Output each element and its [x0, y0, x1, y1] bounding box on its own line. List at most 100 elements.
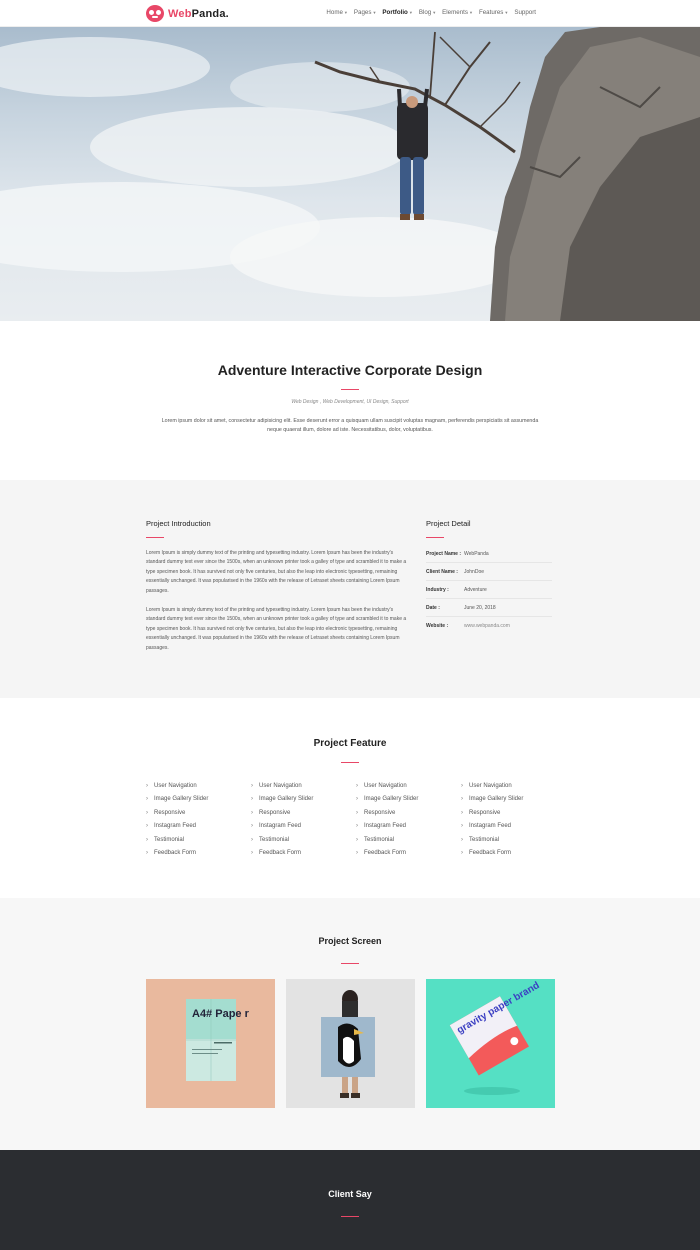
chevron-right-icon: ›: [356, 796, 358, 803]
feature-label: User Navigation: [259, 782, 302, 789]
client-divider: [341, 1216, 359, 1217]
feature-label: Testimonial: [364, 836, 395, 843]
nav-label: Features: [478, 9, 504, 16]
screen-thumbnail-gravity-paper[interactable]: gravity paper brand: [426, 979, 555, 1108]
detail-row: Client Name : JohnDoe: [426, 563, 552, 581]
feature-label: User Navigation: [154, 782, 197, 789]
nav-item-blog[interactable]: Blog ▼: [419, 9, 436, 16]
nav-label: Home: [326, 9, 343, 16]
nav-item-features[interactable]: Features ▼: [479, 9, 508, 16]
chevron-right-icon: ›: [356, 850, 358, 857]
feature-label: Feedback Form: [154, 850, 197, 857]
feature-item: › Testimonial: [356, 833, 456, 847]
chevron-right-icon: ›: [146, 809, 148, 816]
a4-paper-mockup-image: A4# Pape r: [146, 979, 275, 1108]
site-header: WebPanda. Home ▼ Pages ▼ Portfolio ▼ Blog ▼ …: [0, 0, 700, 27]
detail-row: Industry : Adventure: [426, 581, 552, 599]
caret-down-icon: ▼: [343, 10, 348, 15]
nav-item-home[interactable]: Home ▼: [326, 9, 347, 16]
client-say-section: Client Say: [0, 1150, 700, 1250]
feature-label: Responsive: [154, 809, 186, 816]
feature-divider: [341, 762, 359, 763]
chevron-right-icon: ›: [146, 836, 148, 843]
feature-item: › Testimonial: [461, 833, 561, 847]
nav-label: Blog: [418, 9, 432, 16]
gravity-paper-mockup-image: gravity paper brand: [426, 979, 555, 1108]
title-divider: [341, 389, 359, 390]
nav-item-support[interactable]: Support: [514, 9, 536, 16]
feature-item: › User Navigation: [146, 779, 246, 793]
feature-item: › User Navigation: [461, 779, 561, 793]
project-title-section: Adventure Interactive Corporate Design W…: [0, 321, 700, 480]
chevron-right-icon: ›: [461, 823, 463, 830]
chevron-right-icon: ›: [251, 823, 253, 830]
detail-key: Industry :: [426, 586, 449, 593]
feature-item: › Image Gallery Slider: [356, 793, 456, 807]
nav-item-portfolio[interactable]: Portfolio ▼: [382, 9, 412, 16]
feature-item: › Image Gallery Slider: [146, 793, 246, 807]
feature-item: › Feedback Form: [251, 847, 351, 861]
feature-label: Testimonial: [154, 836, 185, 843]
detail-divider: [426, 537, 444, 538]
nav-label: Support: [514, 9, 536, 16]
feature-label: Instagram Feed: [154, 823, 197, 830]
feature-label: Feedback Form: [364, 850, 407, 857]
detail-title: Project Detail: [426, 519, 471, 528]
caret-down-icon: ▼: [432, 10, 437, 15]
project-tags: Web Design , Web Development, UI Design,…: [291, 399, 409, 405]
project-description: Lorem ipsum dolor sit amet, consectetur …: [161, 418, 539, 433]
panda-logo-icon: [146, 5, 164, 22]
client-title: Client Say: [328, 1189, 372, 1199]
feature-item: › Image Gallery Slider: [251, 793, 351, 807]
screen-thumbnail-a4-paper[interactable]: A4# Pape r: [146, 979, 275, 1108]
feature-column: › User Navigation › Image Gallery Slider ›…: [461, 779, 561, 860]
feature-item: › User Navigation: [251, 779, 351, 793]
chevron-right-icon: ›: [461, 796, 463, 803]
feature-item: › Instagram Feed: [146, 820, 246, 834]
caret-down-icon: ▼: [504, 10, 509, 15]
intro-title: Project Introduction: [146, 519, 211, 528]
screen-thumbnail-penguin[interactable]: [286, 979, 415, 1108]
main-nav: Home ▼ Pages ▼ Portfolio ▼ Blog ▼ Elements ▼ …: [326, 9, 536, 16]
feature-item: › Responsive: [461, 806, 561, 820]
feature-column: › User Navigation › Image Gallery Slider ›…: [356, 779, 456, 860]
feature-item: › Instagram Feed: [356, 820, 456, 834]
detail-value: WebPanda: [464, 550, 489, 557]
feature-label: Image Gallery Slider: [364, 796, 419, 803]
chevron-right-icon: ›: [356, 809, 358, 816]
feature-item: › Responsive: [356, 806, 456, 820]
website-link[interactable]: www.webpanda.com: [464, 623, 510, 629]
chevron-right-icon: ›: [251, 796, 253, 803]
feature-label: Image Gallery Slider: [154, 796, 209, 803]
detail-key: Project Name :: [426, 550, 462, 557]
nav-label: Pages: [353, 9, 372, 16]
intro-paragraph: Lorem Ipsum is simply dummy text of the …: [146, 550, 407, 594]
feature-item: › Responsive: [251, 806, 351, 820]
feature-label: Image Gallery Slider: [259, 796, 314, 803]
chevron-right-icon: ›: [461, 850, 463, 857]
nav-item-pages[interactable]: Pages ▼: [354, 9, 377, 16]
hero-illustration: [0, 27, 700, 321]
feature-label: Instagram Feed: [469, 823, 512, 830]
caret-down-icon: ▼: [408, 10, 413, 15]
detail-row: Date : June 20, 2018: [426, 599, 552, 617]
detail-row: Website : www.webpanda.com: [426, 617, 552, 635]
feature-label: Instagram Feed: [364, 823, 407, 830]
brand-logo[interactable]: WebPanda.: [146, 5, 229, 22]
project-screen-section: Project Screen A4# Pape r gravity paper …: [0, 898, 700, 1150]
feature-item: › Instagram Feed: [461, 820, 561, 834]
nav-item-elements[interactable]: Elements ▼: [442, 9, 473, 16]
chevron-right-icon: ›: [146, 796, 148, 803]
feature-label: Image Gallery Slider: [469, 796, 524, 803]
brand-name-part2: Panda.: [191, 7, 229, 20]
feature-label: Feedback Form: [259, 850, 302, 857]
chevron-right-icon: ›: [461, 782, 463, 789]
feature-label: User Navigation: [469, 782, 512, 789]
feature-title: Project Feature: [313, 738, 387, 749]
chevron-right-icon: ›: [146, 782, 148, 789]
feature-item: › Testimonial: [251, 833, 351, 847]
screen-divider: [341, 963, 359, 964]
chevron-right-icon: ›: [356, 836, 358, 843]
hero-image: [0, 27, 700, 321]
nav-label: Portfolio: [382, 9, 408, 16]
